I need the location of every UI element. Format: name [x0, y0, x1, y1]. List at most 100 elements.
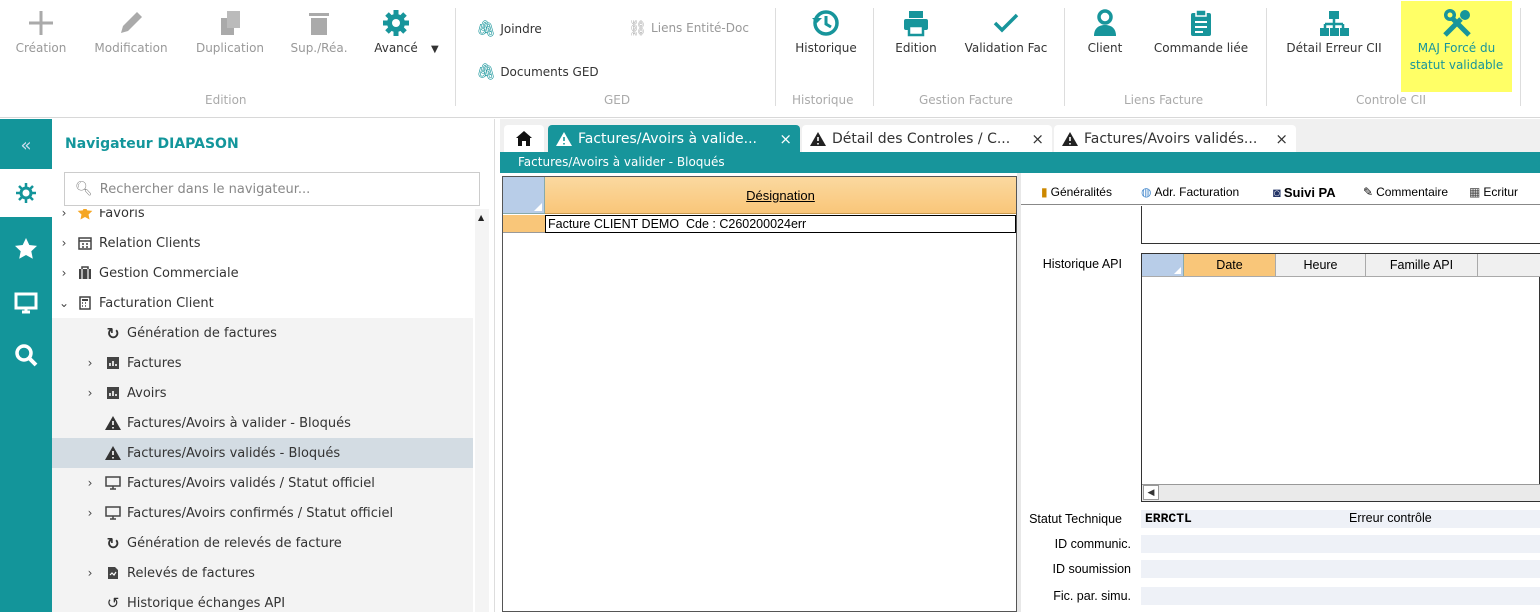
edition-button[interactable]: Edition	[886, 6, 946, 57]
dropdown-arrow-icon[interactable]: ▼	[431, 44, 439, 55]
network-icon[interactable]	[0, 169, 52, 217]
advanced-button[interactable]: Avancé	[366, 6, 426, 57]
gear-icon	[381, 6, 411, 40]
star-icon[interactable]	[0, 225, 52, 273]
horizontal-scrollbar[interactable]: ◀	[1142, 484, 1540, 501]
chevron-right-icon[interactable]: ›	[58, 266, 70, 280]
row-selector[interactable]	[503, 215, 545, 233]
tab-commentaire[interactable]: ✎ Commentaire	[1363, 181, 1448, 203]
tree-item-relation-clients[interactable]: › Relation Clients	[52, 228, 473, 258]
validation-invoice-button[interactable]: Validation Fac	[956, 6, 1056, 57]
chevron-down-icon[interactable]: ⌄	[58, 296, 70, 310]
separator	[455, 8, 456, 106]
client-button[interactable]: Client	[1076, 6, 1134, 57]
modify-button[interactable]: Modification	[86, 6, 176, 57]
tree-item-favorites[interactable]: › Favoris	[52, 209, 473, 228]
tree-item-avoirs[interactable]: › Avoirs	[52, 378, 473, 408]
pencil-icon	[116, 6, 146, 40]
navigator-tree: › Favoris › Relation Clients › Gestion C…	[52, 209, 475, 612]
close-icon[interactable]: ×	[1275, 130, 1288, 148]
close-icon[interactable]: ×	[1031, 130, 1044, 148]
scroll-up-arrow-icon[interactable]: ▲	[478, 213, 484, 222]
tab-factures-a-valider[interactable]: Factures/Avoirs à valide... ×	[548, 125, 800, 152]
monitor-icon[interactable]	[0, 279, 52, 327]
document-tab-bar: Factures/Avoirs à valide... × Détail des…	[500, 119, 1540, 152]
column-header-date[interactable]: Date	[1184, 254, 1276, 276]
warning-icon	[104, 444, 122, 462]
scroll-left-arrow-icon[interactable]: ◀	[1143, 485, 1159, 500]
tree-item-factures-a-valider-bloques[interactable]: Factures/Avoirs à valider - Bloqués	[52, 408, 473, 438]
group-label-invoice: Gestion Facture	[919, 93, 1013, 107]
navigator-scrollbar[interactable]: ▲	[475, 209, 489, 612]
ged-documents-button[interactable]: 🖇 Documents GED	[476, 62, 599, 81]
copy-icon	[215, 6, 245, 40]
header-divider	[1142, 276, 1540, 277]
monitor-icon	[104, 504, 122, 522]
group-label-ged: GED	[604, 93, 631, 107]
close-icon[interactable]: ×	[779, 130, 792, 148]
chevron-right-icon[interactable]: ›	[84, 506, 96, 520]
chevron-right-icon[interactable]: ›	[84, 356, 96, 370]
report-icon	[104, 384, 122, 402]
tab-suivi-pa[interactable]: ◙ Suivi PA	[1273, 181, 1336, 203]
tree-item-gestion-commerciale[interactable]: › Gestion Commerciale	[52, 258, 473, 288]
id-communication-field[interactable]	[1141, 535, 1540, 553]
delete-button[interactable]: Sup./Réa.	[284, 6, 354, 57]
create-button[interactable]: Création	[8, 6, 74, 57]
tree-item-factures-confirmes-statut-officiel[interactable]: › Factures/Avoirs confirmés / Statut off…	[52, 498, 473, 528]
pencil-icon: ✎	[1363, 185, 1374, 199]
linked-order-button[interactable]: Commande liée	[1146, 6, 1256, 57]
grid-corner[interactable]	[1142, 254, 1184, 276]
top-field-box[interactable]	[1141, 206, 1540, 244]
group-label-control: Controle CII	[1356, 93, 1427, 107]
search-icon[interactable]	[0, 331, 52, 379]
warning-icon	[810, 131, 826, 146]
column-header-empty	[1478, 254, 1540, 276]
history-button[interactable]: Historique	[786, 6, 866, 57]
column-header-heure[interactable]: Heure	[1276, 254, 1366, 276]
warning-icon	[556, 131, 572, 146]
refresh-icon: ↻	[106, 323, 120, 343]
group-label-links: Liens Facture	[1124, 93, 1204, 107]
tab-ecritures[interactable]: ▦ Ecritur	[1469, 181, 1518, 203]
duplicate-button[interactable]: Duplication	[188, 6, 272, 57]
star-icon	[76, 209, 94, 222]
force-status-update-button[interactable]: MAJ Forcé du statut validable	[1401, 1, 1512, 92]
tree-item-generation-releves[interactable]: ↻ Génération de relevés de facture	[52, 528, 473, 558]
chevron-right-icon[interactable]: ›	[84, 386, 96, 400]
status-technique-label: Statut Technique	[1029, 512, 1122, 526]
simulation-file-field[interactable]	[1141, 587, 1540, 605]
printer-icon	[901, 6, 931, 40]
column-header-designation[interactable]: Désignation	[545, 177, 1016, 214]
collapse-icon[interactable]: «	[0, 121, 52, 169]
chevron-right-icon[interactable]: ›	[84, 566, 96, 580]
calendar-icon	[76, 234, 94, 252]
tab-adr-facturation[interactable]: ◍ Adr. Facturation	[1141, 181, 1239, 203]
grid-corner[interactable]	[503, 177, 545, 214]
tree-item-factures[interactable]: › Factures	[52, 348, 473, 378]
tree-item-factures-valides-bloques[interactable]: Factures/Avoirs validés - Bloqués	[52, 438, 473, 468]
navigator-panel: Navigateur DIAPASON 🔍︎ Rechercher dans l…	[52, 119, 495, 612]
error-detail-button[interactable]: Détail Erreur CII	[1278, 6, 1390, 57]
tab-factures-valides[interactable]: Factures/Avoirs validés... ×	[1054, 125, 1296, 152]
chevron-right-icon[interactable]: ›	[84, 476, 96, 490]
chevron-right-icon[interactable]: ›	[58, 209, 70, 220]
tree-item-factures-valides-statut-officiel[interactable]: › Factures/Avoirs validés / Statut offic…	[52, 468, 473, 498]
entity-links-button[interactable]: ⛓ Liens Entité-Doc	[628, 19, 749, 37]
home-tab[interactable]	[504, 125, 544, 152]
column-header-famille-api[interactable]: Famille API	[1366, 254, 1478, 276]
tab-generalites[interactable]: ▮ Généralités	[1041, 181, 1112, 203]
chevron-right-icon[interactable]: ›	[58, 236, 70, 250]
id-submission-field[interactable]	[1141, 560, 1540, 578]
tree-item-generation-factures[interactable]: ↻ Génération de factures	[52, 318, 473, 348]
attach-button[interactable]: 🖇 Joindre	[476, 19, 542, 38]
tree-item-historique-echanges-api[interactable]: ↺ Historique échanges API	[52, 588, 473, 612]
table-row[interactable]: Facture CLIENT DEMO Cde : C260200024err	[545, 215, 1016, 233]
tab-detail-controles[interactable]: Détail des Controles / C... ×	[802, 125, 1052, 152]
tree-item-releves-factures[interactable]: › Relevés de factures	[52, 558, 473, 588]
tree-item-facturation-client[interactable]: ⌄ Facturation Client	[52, 288, 473, 318]
history-api-label: Historique API	[1042, 257, 1122, 271]
navigator-search-input[interactable]: 🔍︎ Rechercher dans le navigateur...	[64, 172, 480, 206]
history-icon: ↺	[106, 594, 120, 612]
link-icon: ⛓	[628, 19, 648, 37]
